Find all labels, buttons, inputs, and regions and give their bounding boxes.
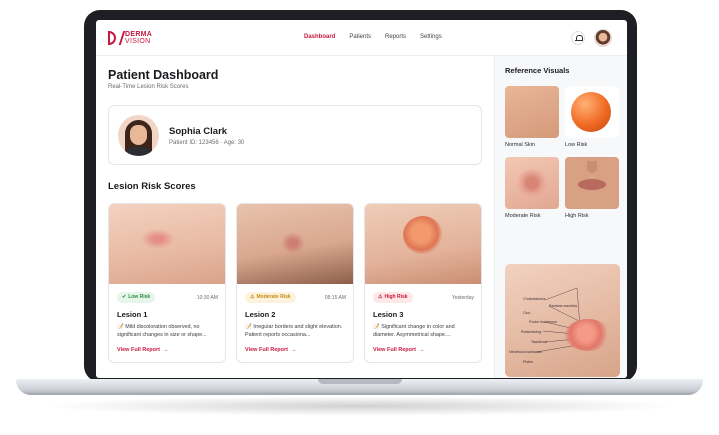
patient-avatar [118,115,159,156]
reference-moderate-risk-image[interactable] [505,157,559,209]
logo-text: DERMA VISION [125,31,152,45]
view-report-label: View Full Report [245,347,288,353]
risk-badge-low: ✔ Low Risk [117,292,156,303]
nav-item-reports[interactable]: Reports [385,34,406,40]
diagram-label: Pistes [523,360,533,364]
lesion-time: 05:15 AM [324,295,346,301]
view-report-label: View Full Report [373,347,416,353]
lesion-time: Yesterday [451,295,474,301]
arrow-right-icon: → [291,347,297,353]
lesion-image [365,204,481,284]
diagram-label: Cholestatoma [523,297,546,301]
top-navigation-bar: DERMA VISION Dashboard Patients Reports … [96,20,627,56]
risk-badge-label: Moderate Risk [256,294,291,300]
diagram-label: Raoteas wachtivs [549,304,578,308]
risk-badge-high: ⚠ High Risk [373,292,413,303]
lesion-time: 10:30 AM [196,295,218,301]
alert-icon: ⚠ [378,294,383,300]
laptop-notch [318,379,402,384]
lesion-description: 📝 Irregular borders and slight elevation… [245,324,343,338]
page-title: Patient Dashboard [108,68,219,82]
lesion-card: ⚠ High Risk Yesterday Lesion 3 📝 Signific… [364,203,482,363]
diagram-label: Taaelerud [531,340,547,344]
patient-meta: Patient ID: 123456 · Age: 30 [169,140,245,146]
bell-icon[interactable] [571,31,585,45]
lesion-description: 📝 Significant change in color and diamet… [373,324,455,338]
lesion-name: Lesion 2 [245,310,276,319]
warning-icon: ⚠ [250,294,255,300]
risk-badge-label: High Risk [384,294,408,300]
brand-logo[interactable]: DERMA VISION [108,29,152,47]
lesion-name: Lesion 1 [117,310,148,319]
user-avatar[interactable] [594,29,612,47]
lesion-growth [565,319,611,351]
reference-label: Normal Skin [505,142,535,148]
arrow-right-icon: → [163,347,169,353]
nav-item-patients[interactable]: Patients [349,34,371,40]
nav-item-settings[interactable]: Settings [420,34,442,40]
reference-normal-skin-image[interactable] [505,86,559,138]
reference-panel: Reference Visuals Normal Skin Low Risk M… [494,56,627,378]
laptop-shadow [40,396,680,416]
patient-name: Sophia Clark [169,126,228,137]
check-icon: ✔ [122,294,127,300]
app-screen: DERMA VISION Dashboard Patients Reports … [96,20,627,378]
arrow-right-icon: → [419,347,425,353]
lesion-card: ✔ Low Risk 10:30 AM Lesion 1 📝 Mild disco… [108,203,226,363]
view-report-link[interactable]: View Full Report → [245,347,297,353]
diagram-label: Pooke leactaroon [529,320,557,324]
logo-text-top: DERMA [125,31,153,38]
main-nav: Dashboard Patients Reports Settings [304,34,442,40]
view-report-link[interactable]: View Full Report → [373,347,425,353]
logo-text-bottom: VISION [125,38,151,45]
diagram-label: Neobhood autowack [509,350,542,354]
page-subtitle: Real-Time Lesion Risk Scores [108,84,189,90]
lesion-image [109,204,225,284]
reference-high-risk-image[interactable] [565,157,619,209]
reference-low-risk-image[interactable] [565,86,619,138]
nav-item-dashboard[interactable]: Dashboard [304,34,335,40]
reference-label: High Risk [565,213,589,219]
risk-badge-label: Low Risk [128,294,151,300]
diagram-label: Cioo [523,311,531,315]
lesion-description: 📝 Mild discoloration observed, no signif… [117,324,207,338]
diagram-label: Rottambving [521,330,542,334]
risk-badge-moderate: ⚠ Moderate Risk [245,292,296,303]
reference-label: Moderate Risk [505,213,541,219]
lesion-image [237,204,353,284]
logo-mark-icon [108,29,126,47]
lesion-name: Lesion 3 [373,310,404,319]
lesion-anatomy-diagram[interactable]: Cholestatoma Raoteas wachtivs Cioo Pooke… [505,264,620,377]
reference-title: Reference Visuals [505,66,570,75]
view-report-link[interactable]: View Full Report → [117,347,169,353]
patient-card: Sophia Clark Patient ID: 123456 · Age: 3… [108,105,482,165]
view-report-label: View Full Report [117,347,160,353]
reference-label: Low Risk [565,142,588,148]
lesion-card: ⚠ Moderate Risk 05:15 AM Lesion 2 📝 Irreg… [236,203,354,363]
lesion-section-title: Lesion Risk Scores [108,181,196,192]
